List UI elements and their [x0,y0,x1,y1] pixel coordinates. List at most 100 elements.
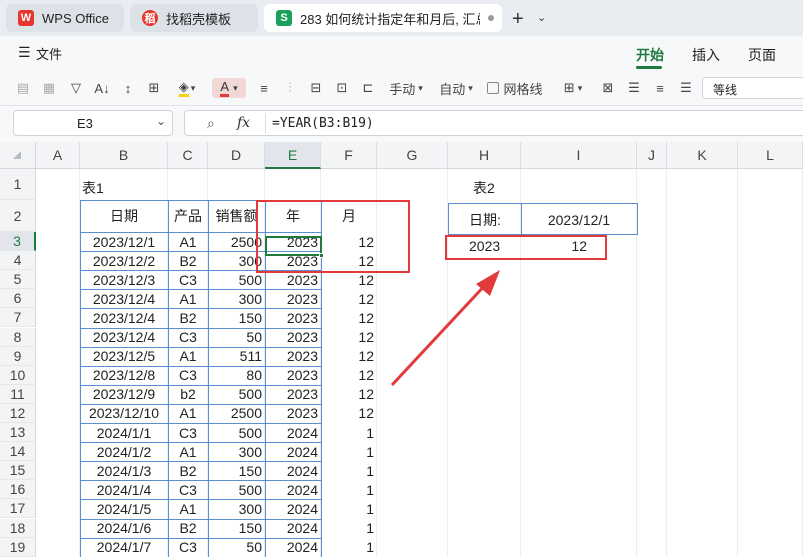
new-tab-icon[interactable]: + [512,8,524,31]
sort-ascending-icon[interactable]: A↓ [92,78,112,98]
table1-cell[interactable]: C3 [168,538,208,557]
table1-cell[interactable]: 2024/1/3 [80,461,168,480]
table1-cell[interactable]: 2023 [265,328,321,347]
table1-cell[interactable]: B2 [168,308,208,327]
menu-start[interactable]: 开始 [636,45,664,65]
align-left-icon[interactable]: ☰ [624,78,644,98]
table1-cell[interactable]: A1 [168,232,208,251]
table1-cell[interactable]: C3 [168,328,208,347]
font-name-input[interactable]: 等线 [702,77,803,99]
column-header-k[interactable]: K [667,142,738,169]
column-header-i[interactable]: I [521,142,637,169]
table1-cell[interactable]: 300 [208,442,265,461]
table1-cell[interactable]: 500 [208,423,265,442]
table1-cell[interactable]: 2024 [265,480,321,499]
column-header-h[interactable]: H [448,142,521,169]
table1-cell[interactable]: 2023/12/10 [80,404,168,423]
table1-cell[interactable]: C3 [168,480,208,499]
table1-cell[interactable]: 1 [321,480,377,499]
table1-cell[interactable]: B2 [168,461,208,480]
table1-cell[interactable]: 2024 [265,461,321,480]
table1-cell[interactable]: b2 [168,385,208,404]
fx-icon[interactable]: fx [237,115,250,131]
table1-cell[interactable]: B2 [168,519,208,538]
column-header-e[interactable]: E [265,142,321,169]
menu-page[interactable]: 页面 [748,45,776,65]
align-right-icon[interactable]: ☰ [676,78,696,98]
auto-dropdown[interactable]: 自动 ▾ [436,78,476,98]
table1-cell[interactable]: A1 [168,347,208,366]
table1-cell[interactable]: 2500 [208,404,265,423]
freeze-icon[interactable]: ⊏ [358,78,378,98]
paste-icon[interactable]: ▤ [12,78,34,98]
row-header-13[interactable]: 13 [0,423,36,443]
zoom-search-icon[interactable]: ⌕ [207,115,215,132]
table1-cell[interactable]: 511 [208,347,265,366]
table1-cell[interactable]: C3 [168,423,208,442]
table1-cell[interactable]: A1 [168,499,208,518]
column-header-g[interactable]: G [377,142,448,169]
table1-cell[interactable]: 2023/12/9 [80,385,168,404]
table1-cell[interactable]: 2024/1/2 [80,442,168,461]
formula-text[interactable]: =YEAR(B3:B19) [272,116,374,131]
table1-cell[interactable]: 1 [321,423,377,442]
table1-cell[interactable]: 500 [208,270,265,289]
table1-cell[interactable]: 2024/1/1 [80,423,168,442]
table1-cell[interactable]: 2023/12/4 [80,328,168,347]
table1-cell[interactable]: 2024/1/4 [80,480,168,499]
table1-cell[interactable]: 80 [208,366,265,385]
table1-cell[interactable]: B2 [168,251,208,270]
table1-cell[interactable]: 12 [321,308,377,327]
table1-cell[interactable]: 2023/12/3 [80,270,168,289]
row-header-6[interactable]: 6 [0,289,36,309]
table1-cell[interactable]: 2024/1/6 [80,519,168,538]
row-header-15[interactable]: 15 [0,461,36,481]
table1-cell[interactable]: 1 [321,442,377,461]
manual-dropdown[interactable]: 手动 ▾ [386,78,426,98]
table1-header-cell[interactable]: 产品 [168,206,208,225]
row-header-18[interactable]: 18 [0,518,36,538]
row-header-14[interactable]: 14 [0,442,36,462]
gridlines-toggle[interactable]: 网格线 [486,78,544,98]
table1-cell[interactable]: 150 [208,461,265,480]
fill-icon[interactable]: ⊡ [332,78,352,98]
table1-cell[interactable]: 2023 [265,366,321,385]
table1-cell[interactable]: 2023 [265,404,321,423]
column-header-a[interactable]: A [36,142,80,169]
spreadsheet-grid[interactable]: ABCDEFGHIJKL 1 2 3 4 5 6 7 8 9 10 11 12 13 14 15 16 17 18… [0,142,803,557]
column-header-f[interactable]: F [321,142,377,169]
column-header-d[interactable]: D [208,142,265,169]
tab-wps-office[interactable]: W WPS Office [6,4,124,32]
table1-cell[interactable]: 2024/1/5 [80,499,168,518]
table1-cell[interactable]: 50 [208,538,265,557]
row-header-7[interactable]: 7 [0,308,36,328]
row-header-5[interactable]: 5 [0,270,36,290]
table1-cell[interactable]: 2023 [265,270,321,289]
table1-cell[interactable]: C3 [168,270,208,289]
table1-cell[interactable]: 12 [321,385,377,404]
table1-cell[interactable]: 1 [321,538,377,557]
tab-daoke[interactable]: 稻 找稻壳模板 [130,4,258,32]
row-header-11[interactable]: 11 [0,384,36,404]
merge-cells-icon[interactable]: ⫶ [280,78,300,98]
table1-cell[interactable]: A1 [168,289,208,308]
row-header-2[interactable]: 2 [0,200,36,232]
wrap-text-icon[interactable]: ≡ [254,78,274,98]
table1-cell[interactable]: 50 [208,328,265,347]
table1-cell[interactable]: 12 [321,289,377,308]
row-header-3[interactable]: 3 [0,232,36,252]
tab-document[interactable]: S 283 如何统计指定年和月后, 汇总 [264,4,502,32]
chevron-down-icon[interactable]: ⌄ [156,114,166,128]
column-header-c[interactable]: C [168,142,208,169]
row-header-9[interactable]: 9 [0,346,36,366]
name-box[interactable]: E3 ⌄ [13,110,173,136]
chevron-down-icon[interactable]: ⌄ [537,11,546,24]
table1-cell[interactable]: 2023/12/5 [80,347,168,366]
select-all-corner[interactable] [0,142,36,169]
table1-cell[interactable]: 2023/12/1 [80,232,168,251]
table1-cell[interactable]: 2024 [265,519,321,538]
table2-date-value[interactable]: 2023/12/1 [521,210,637,229]
table1-cell[interactable]: 12 [321,270,377,289]
table1-header-cell[interactable]: 日期 [80,206,168,225]
row-header-10[interactable]: 10 [0,365,36,385]
